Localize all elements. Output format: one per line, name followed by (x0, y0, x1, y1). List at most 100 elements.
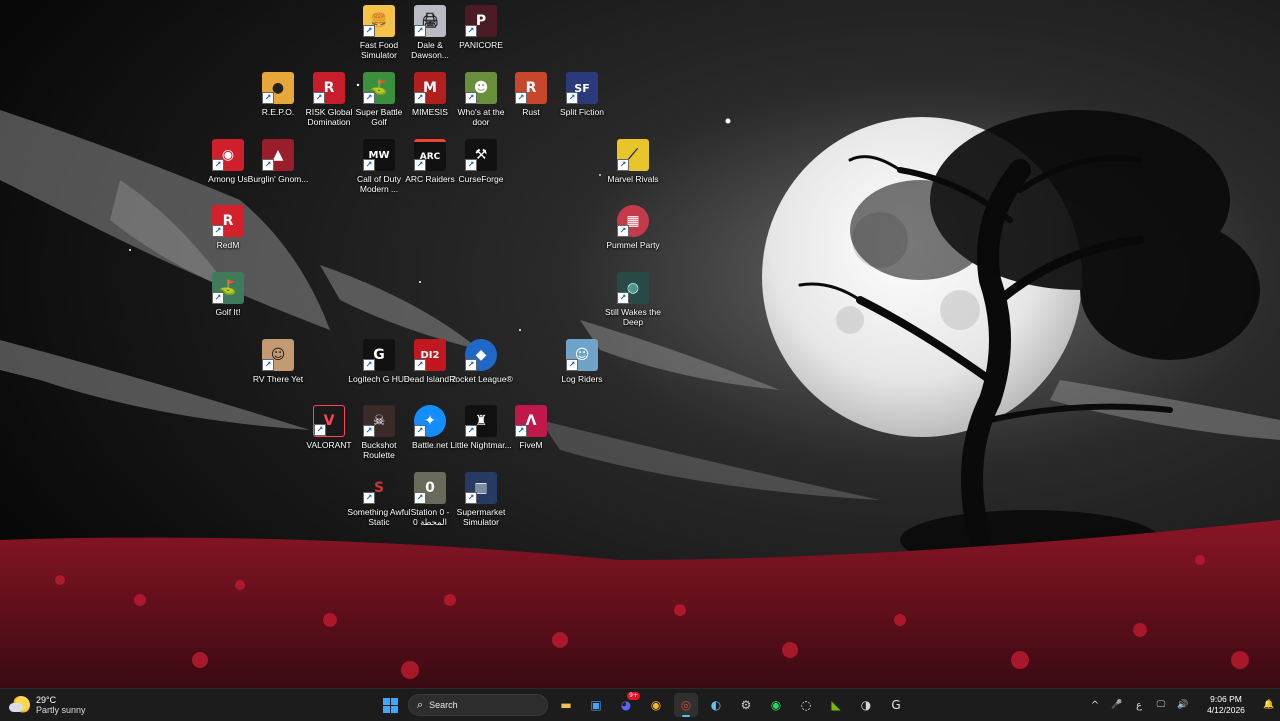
shortcut-arrow-icon: ↗ (363, 492, 375, 504)
desktop-icon-rv-there-yet[interactable]: ☺ ↗ RV There Yet (246, 339, 310, 384)
little-nightmares-icon: ♜ ↗ (465, 405, 497, 437)
desktop-icon-panicore[interactable]: P ↗ PANICORE (449, 5, 513, 50)
shortcut-arrow-icon: ↗ (212, 225, 224, 237)
start-button[interactable] (378, 693, 402, 717)
taskbar-settings[interactable]: ⚙ (734, 693, 758, 717)
desktop-icon-marvel-rivals[interactable]: ⟋ ↗ Marvel Rivals (601, 139, 665, 184)
notification-badge: 9+ (627, 692, 640, 700)
taskbar-circle-app[interactable]: ◌ (794, 693, 818, 717)
shortcut-arrow-icon: ↗ (414, 92, 426, 104)
fivem-icon: Λ ↗ (515, 405, 547, 437)
network-icon: 🖵 (1156, 700, 1166, 710)
station-0-icon: 0 ↗ (414, 472, 446, 504)
risk-icon: R ↗ (313, 72, 345, 104)
notification-center-button[interactable]: 🔔 (1258, 689, 1280, 721)
icon-label: Split Fiction (560, 107, 604, 117)
clock-date: 4/12/2026 (1207, 705, 1245, 715)
desktop-icon-rocket-league[interactable]: ◆ ↗ Rocket League® (449, 339, 513, 384)
still-wakes-the-deep-icon: ◍ ↗ (617, 272, 649, 304)
chrome-icon: ◎ (680, 698, 692, 712)
repo-icon: ● ↗ (262, 72, 294, 104)
logitech-g-hub-icon: G ↗ (363, 339, 395, 371)
taskbar-discord[interactable]: ◕ 9+ (614, 692, 640, 717)
shortcut-arrow-icon: ↗ (414, 425, 426, 437)
weather-widget[interactable]: 29°C Partly sunny (9, 693, 86, 717)
arc-raiders-icon: ARC ↗ (414, 139, 446, 171)
super-battle-golf-icon: ⛳ ↗ (363, 72, 395, 104)
redm-icon: R ↗ (212, 205, 244, 237)
taskbar-app-yellow[interactable]: ◉ (644, 693, 668, 717)
desktop-icon-golf-it[interactable]: ⛳ ↗ Golf It! (196, 272, 260, 317)
volume-button[interactable]: 🔊 (1172, 689, 1194, 721)
something-awful-static-icon: S ↗ (363, 472, 395, 504)
shortcut-arrow-icon: ↗ (262, 92, 274, 104)
fast-food-simulator-icon: 🍔 ↗ (363, 5, 395, 37)
search-icon: ⌕ (417, 698, 424, 711)
call-of-duty-icon: MW ↗ (363, 139, 395, 171)
taskbar-steam[interactable]: ◐ (704, 693, 728, 717)
shortcut-arrow-icon: ↗ (617, 225, 629, 237)
desktop-icon-split-fiction[interactable]: SF ↗ Split Fiction (550, 72, 614, 117)
desktop-icon-supermarket-simulator[interactable]: ▥ ↗ Supermarket Simulator (449, 472, 513, 527)
split-fiction-icon: SF ↗ (566, 72, 598, 104)
clock[interactable]: 9:06 PM 4/12/2026 (1194, 694, 1258, 716)
log-riders-icon: ☺ ↗ (566, 339, 598, 371)
windows-logo-icon (382, 697, 398, 713)
icon-label: FiveM (519, 440, 543, 450)
shortcut-arrow-icon: ↗ (363, 159, 375, 171)
taskbar-microsoft-store[interactable]: ▣ (584, 693, 608, 717)
shortcut-arrow-icon: ↗ (212, 159, 224, 171)
among-us-icon: ◉ ↗ (212, 139, 244, 171)
shortcut-arrow-icon: ↗ (212, 292, 224, 304)
weather-temperature: 29°C (36, 695, 57, 705)
rockstar-icon: ◑ (860, 698, 872, 712)
desktop-icon-still-wakes-the-deep[interactable]: ◍ ↗ Still Wakes the Deep (601, 272, 665, 327)
gear-icon: ⚙ (740, 698, 752, 712)
system-tray: ^ 🎤 ع 🖵 🔊 9:06 PM 4/12/2026 🔔 (1084, 689, 1280, 721)
taskbar-spotify[interactable]: ◉ (764, 693, 788, 717)
microphone-button[interactable]: 🎤 (1106, 689, 1128, 721)
taskbar-nvidia[interactable]: ◣ (824, 693, 848, 717)
language-indicator[interactable]: ع (1128, 689, 1150, 721)
shortcut-arrow-icon: ↗ (363, 92, 375, 104)
taskbar-rockstar[interactable]: ◑ (854, 693, 878, 717)
icon-label: Rocket League® (449, 374, 513, 384)
panicore-icon: P ↗ (465, 5, 497, 37)
burglin-gnomes-icon: ▲ ↗ (262, 139, 294, 171)
dead-island-2-icon: DI2 ↗ (414, 339, 446, 371)
taskbar-search-box[interactable]: ⌕ Search (408, 694, 548, 716)
desktop-icon-curseforge[interactable]: ⚒ ↗ CurseForge (449, 139, 513, 184)
desktop-icon-redm[interactable]: R ↗ RedM (196, 205, 260, 250)
taskbar-logitech-g[interactable]: G (884, 693, 908, 717)
icon-label: Burglin' Gnom... (247, 174, 309, 184)
icon-label: PANICORE (459, 40, 503, 50)
weather-condition: Partly sunny (36, 705, 86, 715)
desktop-icon-burglin-gnomes[interactable]: ▲ ↗ Burglin' Gnom... (246, 139, 310, 184)
marvel-rivals-icon: ⟋ ↗ (617, 139, 649, 171)
show-hidden-icons-button[interactable]: ^ (1084, 689, 1106, 721)
desktop-icon-pummel-party[interactable]: ▦ ↗ Pummel Party (601, 205, 665, 250)
weather-text: 29°C Partly sunny (36, 695, 86, 715)
shortcut-arrow-icon: ↗ (465, 359, 477, 371)
taskbar-file-explorer[interactable]: ▬ (554, 693, 578, 717)
shortcut-arrow-icon: ↗ (465, 159, 477, 171)
desktop-icon-fivem[interactable]: Λ ↗ FiveM (499, 405, 563, 450)
taskbar-chrome[interactable]: ◎ (674, 693, 698, 717)
shortcut-arrow-icon: ↗ (414, 359, 426, 371)
discord-icon: ◕ (620, 698, 632, 712)
network-button[interactable]: 🖵 (1150, 689, 1172, 721)
mimesis-icon: M ↗ (414, 72, 446, 104)
whos-at-the-door-icon: ☻ ↗ (465, 72, 497, 104)
taskbar-center: ⌕ Search ▬ ▣ ◕ 9+ ◉ ◎ ◐ ⚙ ◉ ◌ ◣ ◑ G (378, 689, 908, 721)
icon-label: Marvel Rivals (607, 174, 659, 184)
shortcut-arrow-icon: ↗ (313, 92, 325, 104)
icon-label: Golf It! (215, 307, 241, 317)
desktop-icon-log-riders[interactable]: ☺ ↗ Log Riders (550, 339, 614, 384)
shortcut-arrow-icon: ↗ (363, 25, 375, 37)
language-label: ع (1136, 699, 1142, 711)
battle-net-icon: ✦ ↗ (414, 405, 446, 437)
logitech-g-icon: G (891, 698, 901, 712)
microsoft-store-icon: ▣ (590, 698, 602, 712)
icon-label: Log Riders (561, 374, 603, 384)
bell-icon: 🔔 (1263, 700, 1275, 710)
